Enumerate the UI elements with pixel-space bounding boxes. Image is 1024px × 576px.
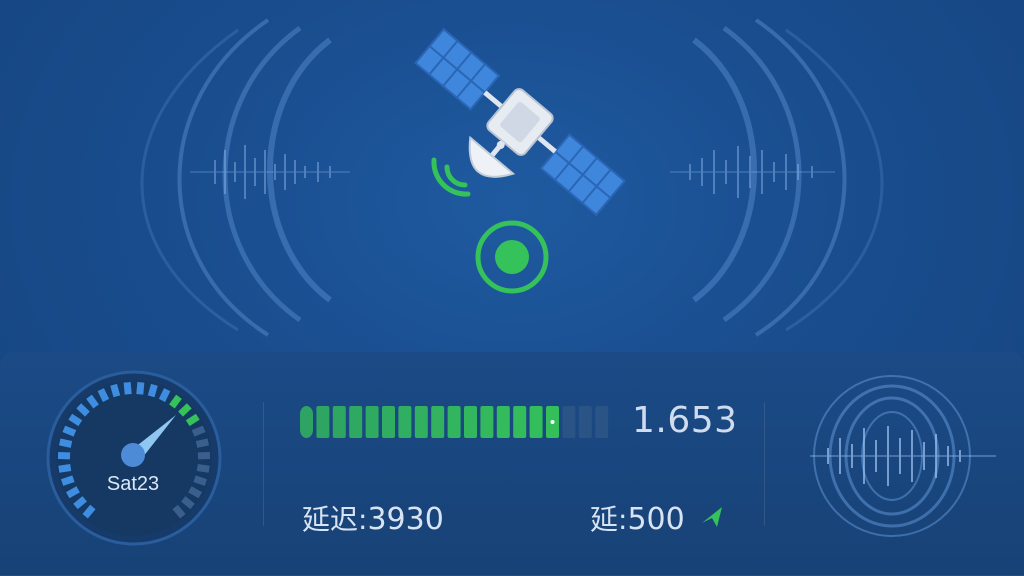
bar-segment	[316, 406, 330, 438]
gauge-tick	[193, 475, 208, 486]
latency-label: 延迟:	[302, 503, 368, 536]
bar-segment	[349, 406, 363, 438]
gauge-tick	[191, 425, 206, 437]
bar-segment	[447, 406, 461, 438]
delay-label: 延:	[590, 503, 628, 536]
target-icon	[475, 220, 549, 294]
signal-waves-icon	[431, 157, 471, 197]
gauge-tick	[147, 383, 158, 398]
bar-segment	[365, 406, 379, 438]
signal-strength-bar	[300, 404, 616, 440]
gauge-tick	[196, 464, 210, 473]
satellite-scene	[0, 0, 1024, 350]
delay-stat: 延:500	[590, 498, 685, 538]
bar-segment	[578, 406, 592, 438]
satellite-label: Sat23	[106, 473, 160, 495]
bar-segment	[480, 406, 494, 438]
bar-segment	[513, 406, 527, 438]
gauge-tick	[136, 381, 145, 395]
bar-segment	[595, 406, 609, 438]
gauge-hub	[121, 443, 145, 467]
divider-right	[764, 402, 765, 526]
bar-segment	[300, 406, 313, 438]
gauge-tick	[195, 438, 210, 448]
latency-value: 3930	[367, 502, 444, 537]
delay-value: 500	[627, 502, 685, 537]
gauge-tick	[60, 475, 75, 486]
right-ripple-rings	[692, 18, 884, 337]
bar-segment	[431, 406, 445, 438]
gauge-tick	[58, 464, 72, 473]
audio-ripple-graphic	[800, 368, 1000, 544]
gauge-tick	[158, 388, 171, 402]
signal-value: 1.653	[632, 400, 738, 441]
signal-gauge	[45, 369, 223, 547]
gauge-tick	[62, 425, 77, 437]
bar-segment	[496, 406, 510, 438]
bar-indicator-dot	[550, 420, 555, 424]
gauge-tick	[58, 438, 73, 448]
bar-segment	[398, 406, 412, 438]
solar-panel-left	[414, 27, 501, 111]
bar-segment	[414, 406, 428, 438]
divider-left	[263, 402, 264, 526]
satellite-icon	[414, 27, 626, 217]
bar-segment	[529, 406, 543, 438]
bar-segment	[332, 406, 346, 438]
gauge-tick	[97, 388, 110, 402]
bar-segment	[382, 406, 395, 438]
gauge-tick	[110, 383, 121, 398]
bar-segment	[562, 406, 576, 438]
latency-stat: 延迟:3930	[302, 498, 444, 538]
gauge-tick	[123, 381, 132, 395]
send-arrow-icon[interactable]	[700, 503, 726, 529]
solar-panel-right	[539, 133, 626, 217]
bar-segment	[464, 406, 477, 438]
